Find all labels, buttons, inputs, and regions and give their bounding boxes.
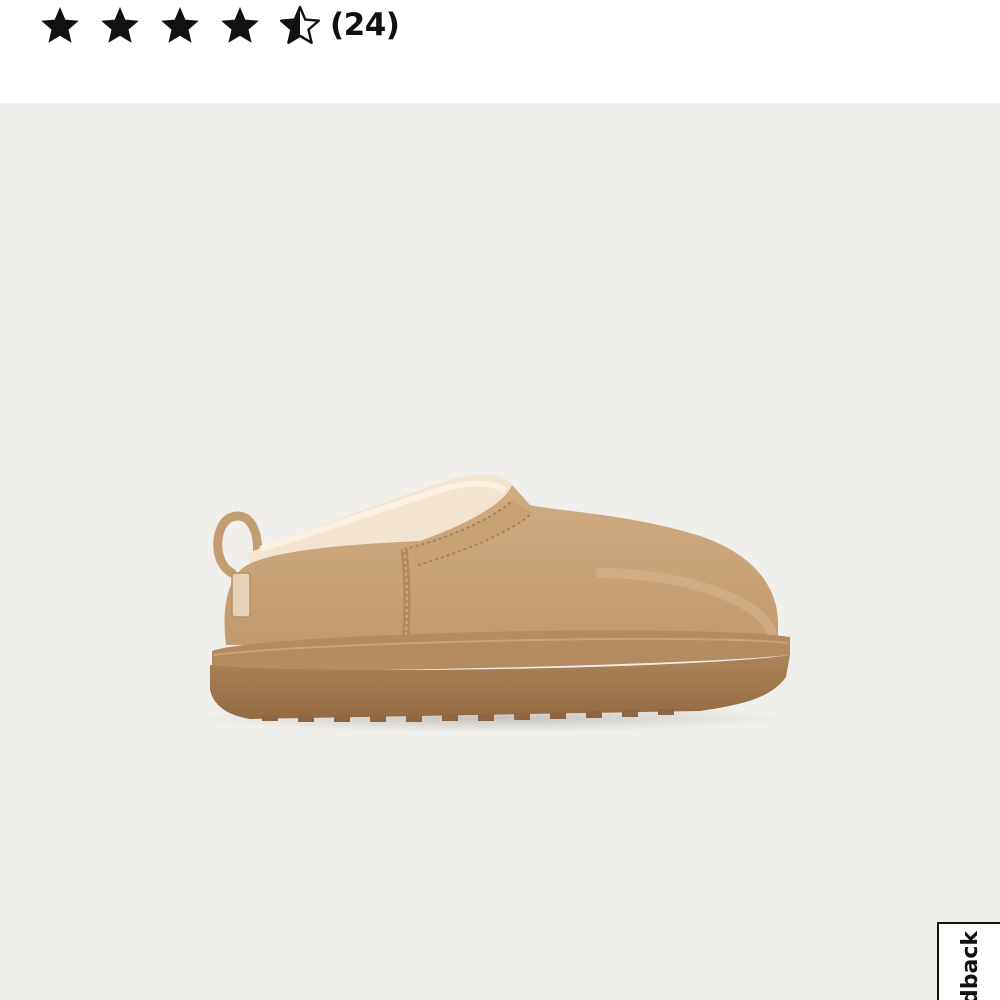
- feedback-tab-label: Feedback: [958, 931, 983, 1000]
- star-filled-icon: [100, 5, 140, 45]
- star-half-icon: [280, 5, 320, 45]
- review-count[interactable]: (24): [330, 7, 400, 43]
- star-filled-icon: [40, 5, 80, 45]
- rating-row[interactable]: (24): [40, 3, 400, 47]
- feedback-tab[interactable]: Feedback: [937, 922, 1000, 1000]
- star-filled-icon: [160, 5, 200, 45]
- star-filled-icon: [220, 5, 260, 45]
- star-rating[interactable]: [40, 5, 320, 45]
- product-image-gallery[interactable]: [0, 103, 1000, 1000]
- product-image: [190, 474, 790, 732]
